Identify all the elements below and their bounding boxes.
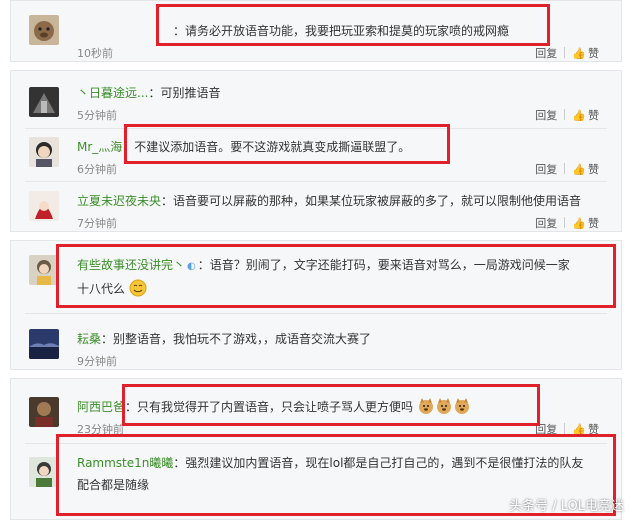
like-button[interactable]: 👍 赞 xyxy=(572,421,599,437)
like-button[interactable]: 👍 赞 xyxy=(572,45,599,61)
like-button[interactable]: 👍 赞 xyxy=(572,107,599,123)
comment-text: 阿西巴爸：只有我觉得开了内置语音，只会让喷子骂人更方便吗 xyxy=(77,397,471,415)
username[interactable]: 有些故事还没讲完丶 xyxy=(77,258,185,272)
comment-text: ：请务必开放语音功能，我要把玩亚索和提莫的玩家喷的戒网瘾 xyxy=(173,23,509,39)
username[interactable]: Rammste1n曦曦 xyxy=(77,456,173,470)
thumbs-up-icon: 👍 xyxy=(572,217,586,230)
comment-time: 10秒前 xyxy=(77,47,113,60)
separator xyxy=(564,109,566,120)
comment-text-line2: 十八代么 xyxy=(77,279,147,297)
comment-body: ：别整语音，我怕玩不了游戏，，成语音交流大赛了 xyxy=(101,332,372,346)
comment-actions: 回复 👍 赞 xyxy=(535,107,599,123)
comment-block-2: 丶日暮途远...：可别推语音 5分钟前 回复 👍 赞 Mr_灬海：不建议添加语音。要… xyxy=(10,70,622,232)
avatar[interactable] xyxy=(29,15,59,45)
comment-text: 立夏未迟夜未央：语音要可以屏蔽的那种，如果某位玩家被屏蔽的多了，就可以限制他使用… xyxy=(77,193,581,209)
reply-link[interactable]: 回复 xyxy=(535,161,557,177)
verified-icon: ◐ xyxy=(187,261,196,272)
username[interactable]: Mr_灬海 xyxy=(77,140,122,154)
separator xyxy=(564,163,566,174)
username[interactable]: 立夏未迟夜未央 xyxy=(77,194,161,208)
like-button[interactable]: 👍 赞 xyxy=(572,161,599,177)
doge-emoji-icon xyxy=(454,398,469,414)
like-label: 赞 xyxy=(588,109,599,122)
username[interactable]: 阿西巴爸 xyxy=(77,400,125,414)
smile-emoji-icon xyxy=(129,279,147,297)
like-label: 赞 xyxy=(588,163,599,176)
comment-time: 7分钟前 xyxy=(77,217,117,230)
reply-link[interactable]: 回复 xyxy=(535,421,557,437)
username[interactable]: 丶日暮途远... xyxy=(77,86,148,100)
like-button[interactable]: 👍 赞 xyxy=(572,215,599,231)
comment-text: 有些故事还没讲完丶 ◐ ：语音？别闹了，文字还能打码，要来语音对骂么，一局游戏问候一… xyxy=(77,257,570,275)
thumbs-up-icon: 👍 xyxy=(572,47,586,60)
avatar[interactable] xyxy=(29,329,59,359)
comment-body: ：不建议添加语音。要不这游戏就真变成撕逼联盟了。 xyxy=(122,140,411,154)
thumbs-up-icon: 👍 xyxy=(572,423,586,436)
comment-block-3: 有些故事还没讲完丶 ◐ ：语音？别闹了，文字还能打码，要来语音对骂么，一局游戏问候一… xyxy=(10,240,622,370)
like-label: 赞 xyxy=(588,217,599,230)
doge-emoji-icon xyxy=(418,398,433,414)
separator xyxy=(564,47,566,58)
thumbs-up-icon: 👍 xyxy=(572,163,586,176)
comment-time: 6分钟前 xyxy=(77,163,117,176)
comment-block-1: ：请务必开放语音功能，我要把玩亚索和提莫的玩家喷的戒网瘾 10秒前 回复 👍 赞 xyxy=(10,0,622,62)
separator xyxy=(564,217,566,228)
reply-link[interactable]: 回复 xyxy=(535,215,557,231)
comment-text: Rammste1n曦曦：强烈建议加内置语音，现在lol都是自己打自己的，遇到不是… xyxy=(77,455,583,471)
divider xyxy=(25,181,607,182)
comment-text: 丶日暮途远...：可别推语音 xyxy=(77,85,220,101)
comment-body: ：强烈建议加内置语音，现在lol都是自己打自己的，遇到不是很懂打法的队友 xyxy=(173,456,584,470)
thumbs-up-icon: 👍 xyxy=(572,109,586,122)
comment-body-cont: 配合都是随缘 xyxy=(77,478,150,492)
comment-body: ：请务必开放语音功能，我要把玩亚索和提莫的玩家喷的戒网瘾 xyxy=(173,24,510,38)
avatar[interactable] xyxy=(29,191,59,221)
like-label: 赞 xyxy=(588,47,599,60)
comment-text-line2: 配合都是随缘 xyxy=(77,477,149,493)
divider xyxy=(25,443,607,444)
divider xyxy=(25,313,607,314)
comment-actions: 回复 👍 赞 xyxy=(535,45,599,61)
comment-body-cont: 十八代么 xyxy=(77,282,126,296)
avatar[interactable] xyxy=(29,457,59,487)
avatar[interactable] xyxy=(29,137,59,167)
comment-time: 5分钟前 xyxy=(77,109,117,122)
comment-text: Mr_灬海：不建议添加语音。要不这游戏就真变成撕逼联盟了。 xyxy=(77,139,410,155)
comment-body: ：只有我觉得开了内置语音，只会让喷子骂人更方便吗 xyxy=(125,400,414,414)
comment-body: ：语音？别闹了，文字还能打码，要来语音对骂么，一局游戏问候一家 xyxy=(197,258,570,272)
reply-link[interactable]: 回复 xyxy=(535,45,557,61)
comment-text: 耘桑：别整语音，我怕玩不了游戏，，成语音交流大赛了 xyxy=(77,331,371,347)
like-label: 赞 xyxy=(588,423,599,436)
divider xyxy=(25,128,607,129)
comment-actions: 回复 👍 赞 xyxy=(535,215,599,231)
avatar[interactable] xyxy=(29,397,59,427)
username[interactable]: 耘桑 xyxy=(77,332,101,346)
comment-actions: 回复 👍 赞 xyxy=(535,421,599,437)
comment-actions: 回复 👍 赞 xyxy=(535,161,599,177)
comment-body: ：可别推语音 xyxy=(148,86,221,100)
watermark: 头条号 / LOL电竞迷 xyxy=(509,499,624,514)
comment-body: ：语音要可以屏蔽的那种，如果某位玩家被屏蔽的多了，就可以限制他使用语音 xyxy=(161,194,582,208)
separator xyxy=(564,423,566,434)
doge-emoji-icon xyxy=(436,398,451,414)
avatar[interactable] xyxy=(29,255,59,285)
comment-time: 23分钟前 xyxy=(77,423,124,436)
avatar[interactable] xyxy=(29,87,59,117)
comment-time: 9分钟前 xyxy=(77,355,117,368)
reply-link[interactable]: 回复 xyxy=(535,107,557,123)
